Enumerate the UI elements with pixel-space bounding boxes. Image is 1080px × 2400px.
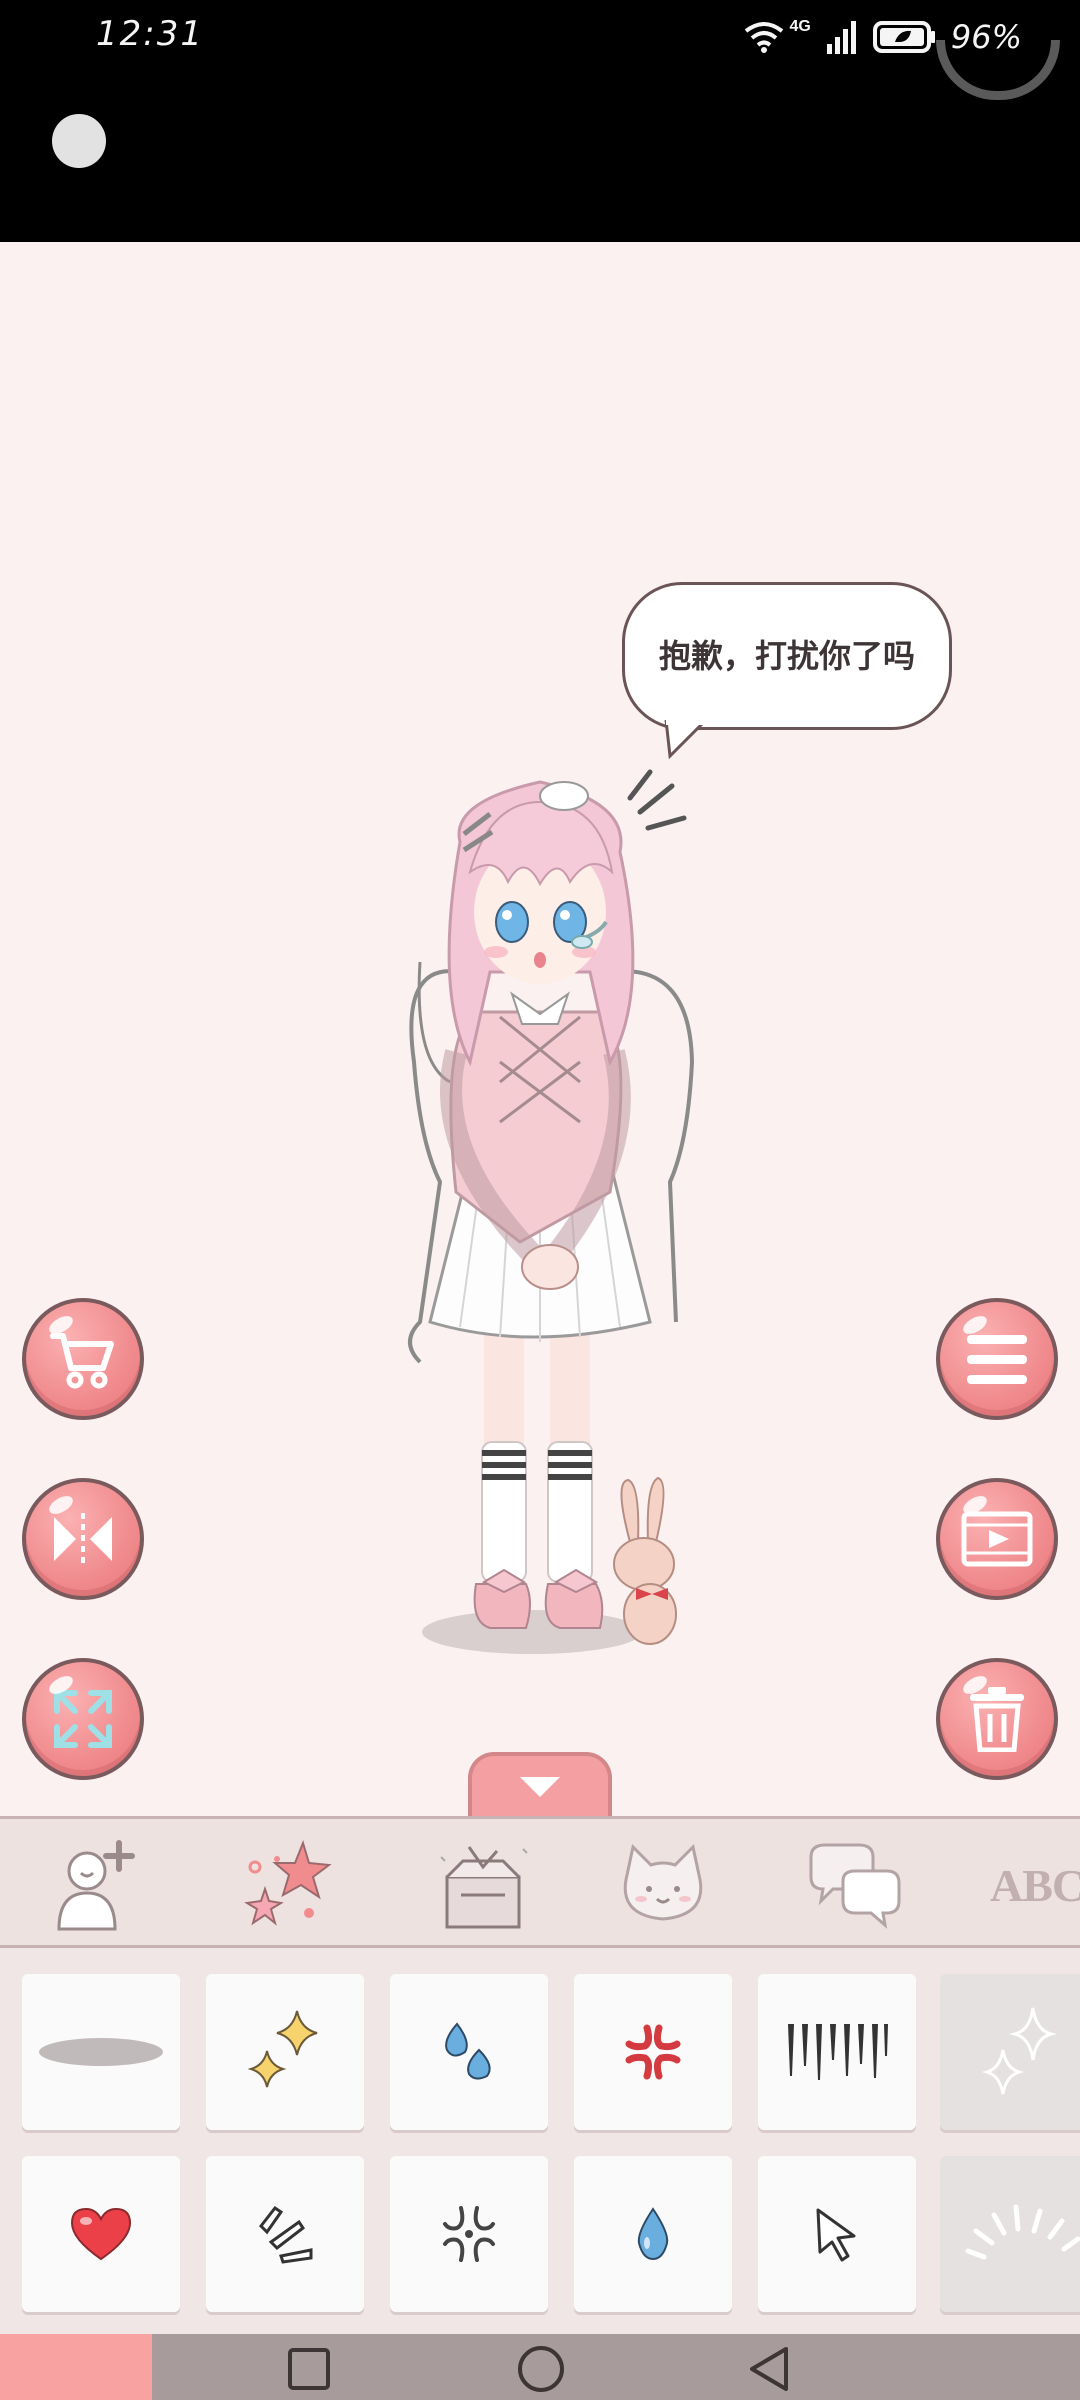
anger-mark-icon: [625, 2024, 681, 2080]
item-sweat-drops[interactable]: [390, 1974, 548, 2130]
item-cursor-arrow[interactable]: [758, 2156, 916, 2312]
expand-button[interactable]: [22, 1658, 144, 1780]
category-bar: ABC: [0, 1816, 1080, 1948]
battery-icon: [872, 21, 935, 53]
back-button[interactable]: [742, 2342, 796, 2396]
trash-icon: [970, 1687, 1024, 1752]
item-grid: [0, 1948, 1080, 2334]
tab-text[interactable]: ABC: [990, 1837, 1080, 1933]
box-icon: [440, 1846, 528, 1929]
cart-icon: [50, 1333, 114, 1389]
menu-button[interactable]: [936, 1298, 1058, 1420]
surprise-lines-icon: [259, 2205, 313, 2264]
video-icon: [961, 1511, 1033, 1567]
anger-outline-icon: [443, 2206, 495, 2262]
item-sparkle-outline-locked[interactable]: [940, 1974, 1080, 2130]
item-shine-lines-locked[interactable]: [940, 2156, 1080, 2312]
cat-face-icon: [623, 1843, 703, 1921]
video-button[interactable]: [936, 1478, 1058, 1600]
chevron-down-icon: [520, 1777, 560, 1797]
item-heart[interactable]: [22, 2156, 180, 2312]
network-type: 4G: [789, 18, 811, 35]
sweat-drops-icon: [445, 2022, 491, 2080]
signal-icon: [826, 21, 856, 54]
item-surprise-lines[interactable]: [206, 2156, 364, 2312]
home-button[interactable]: [514, 2342, 568, 2396]
shop-button[interactable]: [22, 1298, 144, 1420]
floating-dot[interactable]: [52, 114, 106, 168]
status-bar: 12:31 4G 96%: [0, 0, 1080, 242]
wifi-icon: [744, 22, 783, 53]
speech-bubble-tail: [664, 720, 708, 760]
item-water-drop[interactable]: [574, 2156, 732, 2312]
back-triangle-icon: [750, 2347, 788, 2391]
square-icon: [288, 2348, 330, 2390]
expand-icon: [54, 1690, 112, 1748]
tab-effects[interactable]: [232, 1837, 342, 1933]
nav-accent: [0, 2334, 152, 2400]
item-sparkle[interactable]: [206, 1974, 364, 2130]
character-illustration[interactable]: [400, 762, 720, 1662]
speech-bubble[interactable]: 抱歉，打扰你了吗: [622, 582, 952, 730]
item-gloom-lines[interactable]: [758, 1974, 916, 2130]
status-time: 12:31: [96, 14, 204, 54]
water-drop-icon: [637, 2207, 669, 2261]
add-person-icon: [57, 1840, 135, 1931]
recent-apps-button[interactable]: [282, 2342, 336, 2396]
chat-bubbles-icon: [809, 1843, 901, 1929]
gloom-lines-icon: [788, 2024, 888, 2080]
tab-items[interactable]: [428, 1837, 538, 1933]
heart-icon: [70, 2207, 132, 2261]
text-tab-label: ABC: [990, 1859, 1080, 1911]
sparkle-icon: [247, 2010, 318, 2088]
item-anger-mark[interactable]: [574, 1974, 732, 2130]
tab-speech[interactable]: [798, 1837, 908, 1933]
stars-icon: [244, 1839, 332, 1926]
circle-icon: [518, 2346, 564, 2392]
delete-button[interactable]: [936, 1658, 1058, 1780]
item-shadow[interactable]: [22, 1974, 180, 2130]
sparkle-outline-icon: [981, 2007, 1057, 2095]
tab-pets[interactable]: [608, 1837, 718, 1933]
dressup-stage[interactable]: 抱歉，打扰你了吗: [0, 242, 1080, 1818]
flip-button[interactable]: [22, 1478, 144, 1600]
tab-character[interactable]: [40, 1837, 150, 1933]
corner-handle: [936, 40, 1060, 100]
system-nav-bar: [0, 2334, 1080, 2400]
menu-icon: [967, 1335, 1027, 1384]
shadow-icon: [39, 2038, 163, 2066]
item-anger-outline[interactable]: [390, 2156, 548, 2312]
collapse-panel-button[interactable]: [468, 1752, 612, 1818]
mirror-flip-icon: [54, 1513, 112, 1565]
cursor-arrow-icon: [816, 2208, 856, 2262]
shine-lines-icon: [965, 2204, 1080, 2260]
